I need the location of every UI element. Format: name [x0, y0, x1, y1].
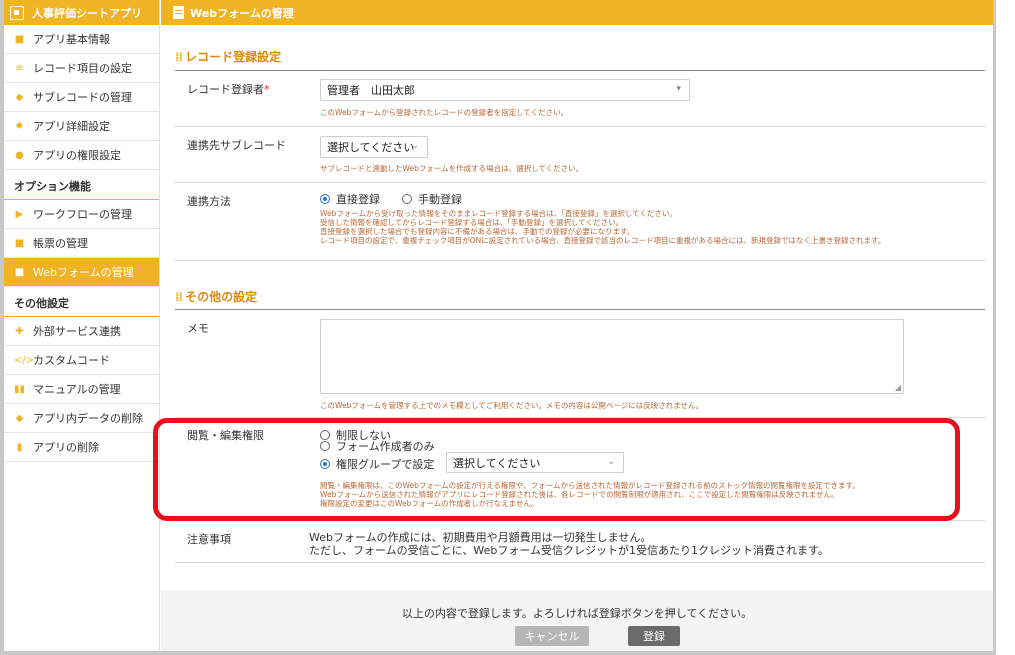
grip-icon: ⁞⁞: [175, 290, 183, 304]
chevron-down-icon: ⌄: [411, 141, 419, 151]
sidebar-item-label: アプリ基本情報: [33, 33, 110, 46]
sidebar-item-custom-code[interactable]: </> カスタムコード: [4, 346, 159, 375]
sidebar-item-label: レコード項目の設定: [33, 62, 132, 75]
document-icon: [173, 6, 184, 19]
radio-label[interactable]: 手動登録: [418, 191, 462, 207]
field-label: メモ: [187, 322, 209, 335]
sidebar-section-options: オプション機能: [4, 170, 159, 200]
subrecord-icon: ◆: [15, 91, 24, 103]
field-note: サブレコードと連動したWebフォームを作成する場合は、選択してください。: [320, 164, 584, 173]
form-footer: 以上の内容で登録します。よろしければ登録ボタンを押してください。 キャンセル 登…: [161, 590, 993, 651]
sidebar-item-permissions[interactable]: ● アプリの権限設定: [4, 141, 159, 170]
field-label: 連携先サブレコード: [187, 139, 286, 152]
sidebar-item-delete-data[interactable]: ◆ アプリ内データの削除: [4, 404, 159, 433]
app-title: 人事評価シートアプリ: [32, 6, 142, 20]
field-label: レコード登録者*: [187, 83, 270, 96]
row-memo: メモ ◢ このWebフォームを管理する上でのメモ欄としてご利用ください。メモの内…: [175, 310, 985, 418]
sidebar-item-webform[interactable]: ■ Webフォームの管理: [4, 258, 159, 287]
sidebar-item-label: カスタムコード: [33, 354, 110, 367]
sidebar-item-manual[interactable]: ▮▮ マニュアルの管理: [4, 375, 159, 404]
submit-button[interactable]: 登録: [628, 626, 680, 646]
section-title-record: ⁞⁞ レコード登録設定: [175, 50, 282, 64]
eraser-icon: ◆: [15, 412, 24, 424]
app-icon: [10, 5, 24, 20]
window-frame-right: [993, 0, 996, 655]
sidebar-item-label: マニュアルの管理: [33, 383, 121, 396]
radio-manual[interactable]: [402, 194, 412, 204]
window-frame-bottom: [0, 651, 996, 655]
workflow-icon: ▶: [15, 208, 24, 220]
subrecord-select[interactable]: 選択してください ⌄: [320, 136, 428, 158]
row-subrecord: 連携先サブレコード 選択してください ⌄ サブレコードと連動したWebフォームを…: [175, 127, 985, 183]
row-method: 連携方法 直接登録 手動登録 Webフォームから受け取った情報をそのままレコード…: [175, 183, 985, 261]
sidebar-item-subrecords[interactable]: ◆ サブレコードの管理: [4, 83, 159, 112]
list-icon: ≡: [15, 62, 24, 74]
confirm-message: 以上の内容で登録します。よろしければ登録ボタンを押してください。: [401, 607, 753, 620]
field-note: レコード項目の設定で、重複チェック項目がONに設定されている場合、直接登録で該当…: [320, 236, 886, 245]
caret-down-icon: ▾: [676, 84, 681, 94]
cancel-button[interactable]: キャンセル: [515, 626, 589, 646]
users-icon: ●: [15, 149, 24, 161]
sidebar-item-app-info[interactable]: ■ アプリ基本情報: [4, 25, 159, 54]
registrant-select[interactable]: 管理者 山田太郎 ▾: [320, 79, 690, 101]
trash-icon: ▮: [16, 441, 23, 453]
info-icon: ■: [14, 33, 25, 45]
sidebar-item-delete-app[interactable]: ▮ アプリの削除: [4, 433, 159, 462]
row-registrant: レコード登録者* 管理者 山田太郎 ▾ このWebフォームから登録されたレコード…: [175, 71, 985, 127]
highlight-annotation: [153, 418, 960, 521]
grip-icon: ⁞⁞: [175, 50, 183, 64]
sidebar-item-label: 外部サービス連携: [33, 325, 121, 338]
section-title-other: ⁞⁞ その他の設定: [175, 290, 258, 304]
book-icon: ▮▮: [14, 383, 26, 395]
page-header: Webフォームの管理: [161, 0, 993, 25]
field-label: 連携方法: [187, 195, 231, 208]
puzzle-icon: ✚: [15, 325, 24, 337]
resize-handle-icon[interactable]: ◢: [895, 383, 901, 392]
field-note: このWebフォームを管理する上でのメモ欄としてご利用ください。メモの内容は公開ペ…: [320, 401, 704, 410]
sidebar-item-label: ワークフローの管理: [33, 208, 132, 221]
sidebar-section-other: その他設定: [4, 287, 159, 317]
field-note: このWebフォームから登録されたレコードの登録者を指定してください。: [320, 108, 569, 117]
gear-icon: ✹: [15, 120, 24, 132]
required-mark: *: [264, 83, 270, 96]
app-title-bar[interactable]: 人事評価シートアプリ: [4, 0, 159, 25]
code-icon: </>: [14, 354, 35, 366]
memo-textarea[interactable]: ◢: [320, 319, 904, 394]
document-icon: ■: [14, 237, 25, 249]
sidebar-item-label: アプリの権限設定: [33, 149, 121, 162]
sidebar-item-label: Webフォームの管理: [33, 266, 134, 279]
method-radio-group: 直接登録 手動登録: [320, 191, 462, 207]
radio-label[interactable]: 直接登録: [336, 191, 380, 207]
caution-text-line: ただし、フォームの受信ごとに、Webフォーム受信クレジットが1受信あたり1クレジ…: [309, 544, 829, 557]
sidebar-item-record-fields[interactable]: ≡ レコード項目の設定: [4, 54, 159, 83]
sidebar-item-external-services[interactable]: ✚ 外部サービス連携: [4, 317, 159, 346]
sidebar-item-workflow[interactable]: ▶ ワークフローの管理: [4, 200, 159, 229]
sidebar-item-forms[interactable]: ■ 帳票の管理: [4, 229, 159, 258]
sidebar-item-app-details[interactable]: ✹ アプリ詳細設定: [4, 112, 159, 141]
main-content: Webフォームの管理 ⁞⁞ レコード登録設定 レコード登録者* 管理者 山田太郎 …: [161, 0, 993, 651]
sidebar: 人事評価シートアプリ ■ アプリ基本情報 ≡ レコード項目の設定 ◆ サブレコー…: [4, 0, 160, 651]
sidebar-item-label: アプリ内データの削除: [33, 412, 143, 425]
radio-direct[interactable]: [320, 194, 330, 204]
sidebar-item-label: アプリ詳細設定: [33, 120, 110, 133]
row-caution: 注意事項 Webフォームの作成には、初期費用や月額費用は一切発生しません。 ただ…: [175, 521, 985, 563]
field-label: 注意事項: [187, 533, 231, 546]
sidebar-item-label: サブレコードの管理: [33, 91, 132, 104]
webform-icon: ■: [14, 266, 25, 278]
sidebar-item-label: アプリの削除: [33, 441, 99, 454]
sidebar-item-label: 帳票の管理: [33, 237, 88, 250]
page-title: Webフォームの管理: [190, 6, 294, 20]
